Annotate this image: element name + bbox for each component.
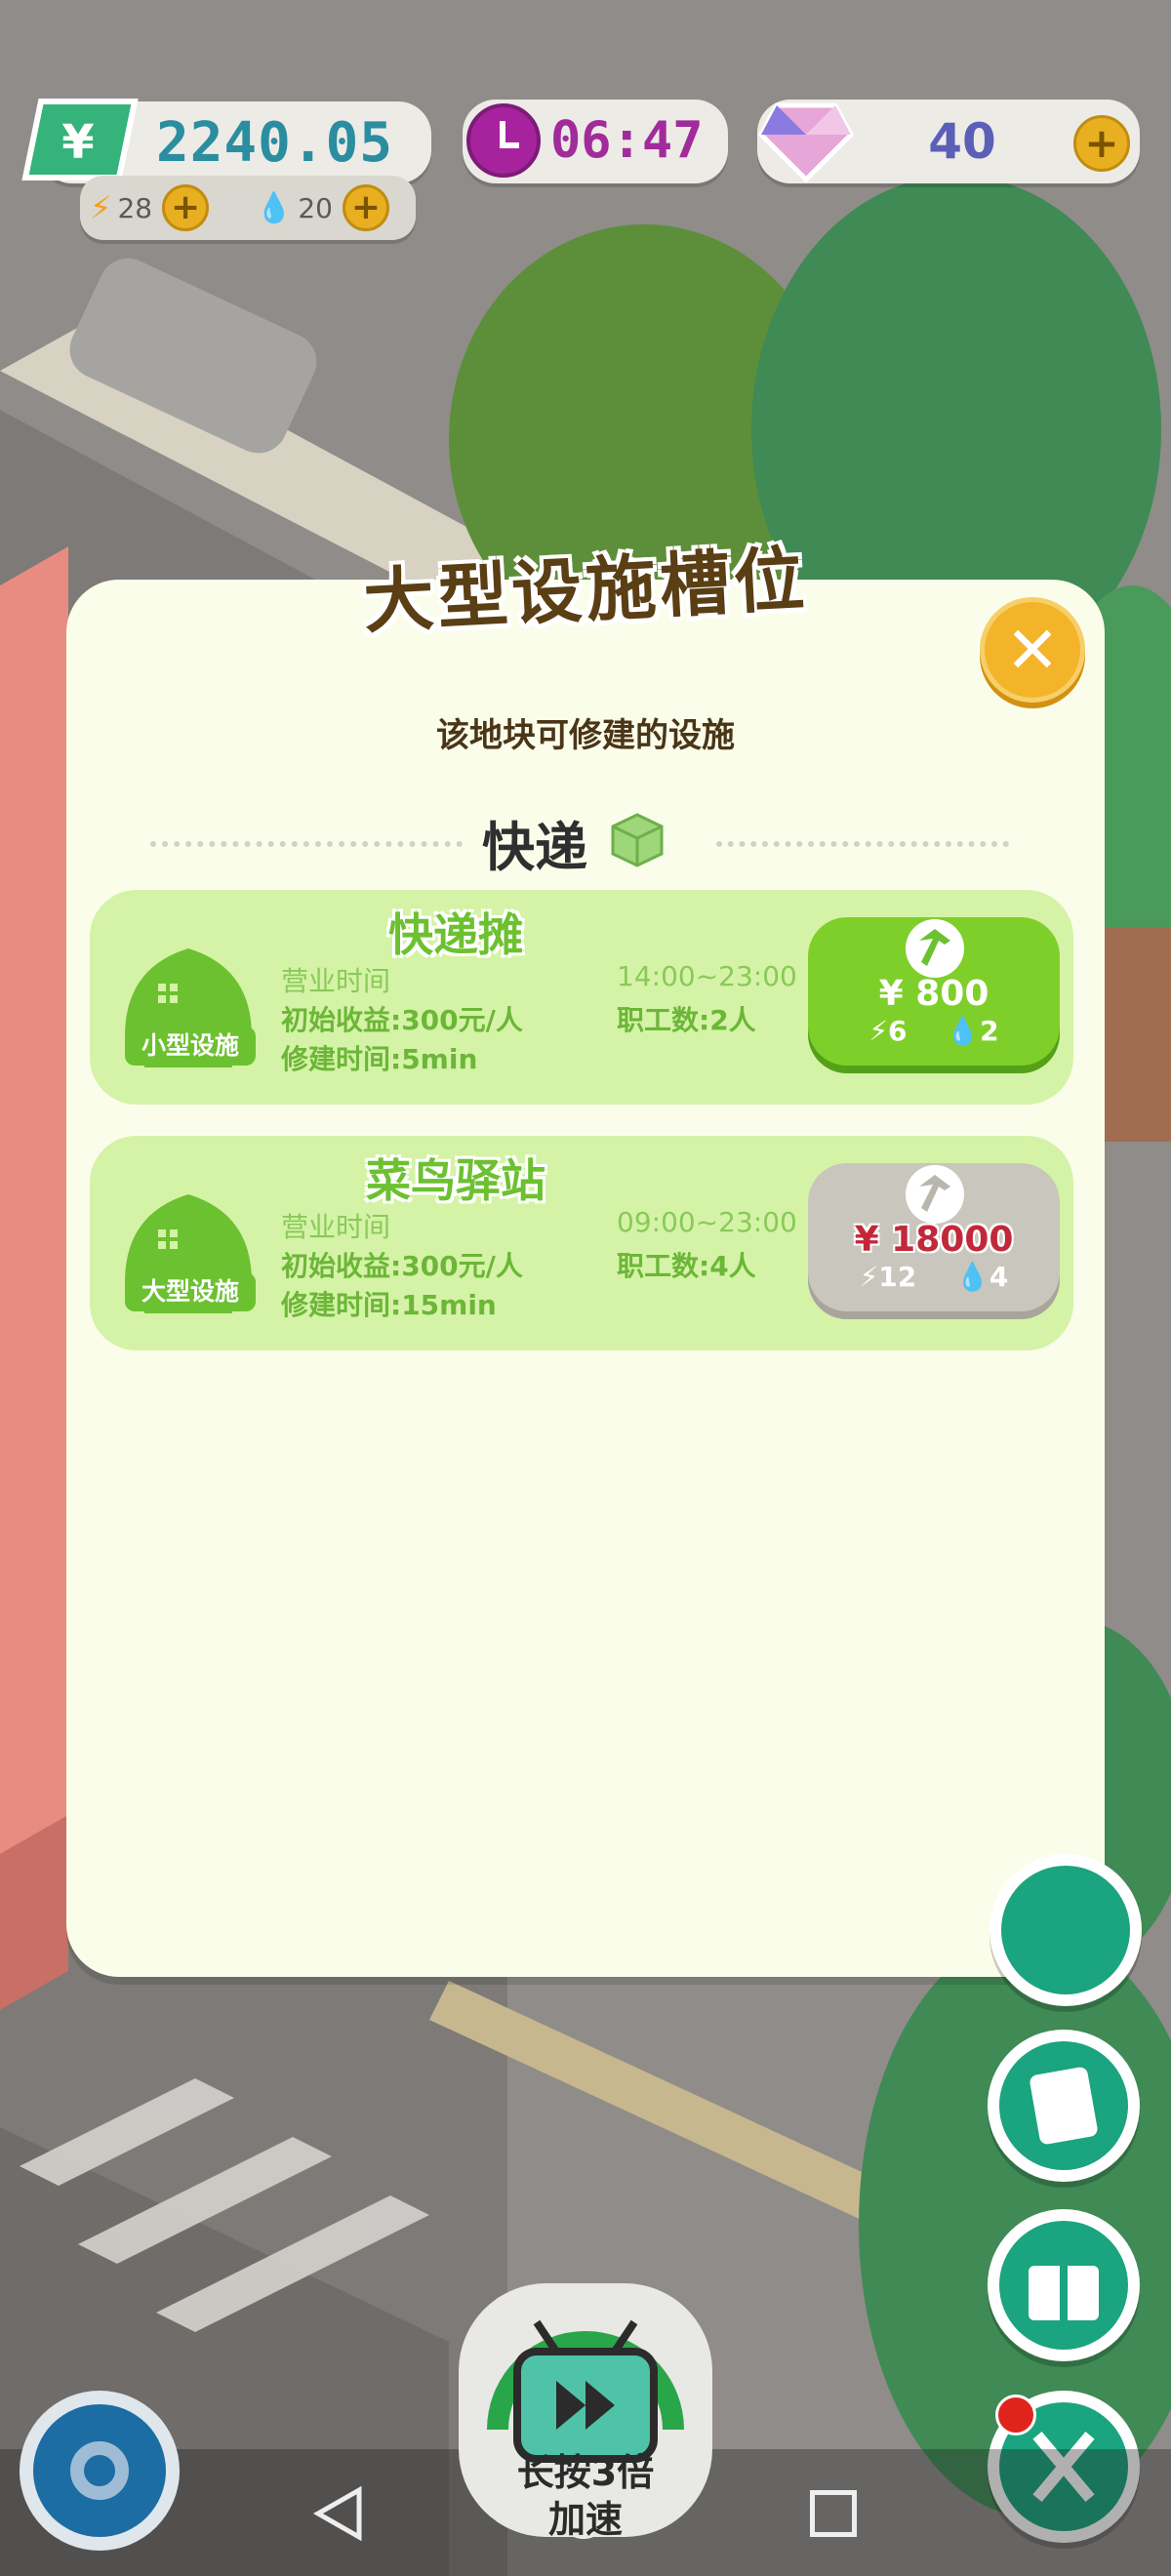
speed-label-line-1: 长按3倍 [516,2451,655,2494]
facility-size-tag: 小型设施 [125,1026,256,1066]
energy-cost: ⚡12 [859,1261,917,1293]
add-gems-button[interactable]: + [1073,115,1130,172]
staff-text: 职工数:4人 [617,1250,756,1282]
build-costs: ⚡12 💧4 [808,1261,1060,1293]
hours-value: 09:00~23:00 [617,1206,797,1238]
gem-value: 40 [928,113,996,170]
money-display: ¥ 2240.05 [21,99,431,183]
build-price: ¥ 800 [878,974,989,1014]
price-value: 18000 [891,1220,1014,1260]
speed-up-label: 长按3倍 加速 [459,2449,712,2543]
water-resource: 💧 20 + [256,184,389,231]
timer-value: 06:47 [550,111,704,170]
water-value: 20 [298,191,333,224]
build-costs: ⚡6 💧2 [808,1015,1060,1047]
package-icon [611,813,664,867]
build-time-text: 修建时间:5min [281,1043,478,1075]
gift-button[interactable] [988,2209,1140,2361]
income-text: 初始收益:300元/人 [281,1004,523,1036]
lightning-icon: ⚡ [90,189,112,226]
resource-display: ⚡ 28 + 💧 20 + [80,176,416,240]
water-drop-icon: 💧 [256,190,293,225]
build-price: ¥ 18000 [854,1220,1014,1260]
notepad-icon [999,2041,1128,2170]
dialog-subtitle: 该地块可修建的设施 [436,716,735,755]
recents-nav-button[interactable] [810,2490,857,2537]
diamond-icon [757,102,855,183]
clock-icon [466,103,541,178]
close-button[interactable]: ✕ [980,597,1085,703]
facility-size-tag: 大型设施 [125,1272,256,1311]
hours-value: 14:00~23:00 [617,960,797,992]
tasks-button[interactable] [988,2030,1140,2182]
energy-value: 28 [117,191,153,224]
back-triangle-icon [312,2485,362,2542]
map-button[interactable] [989,1854,1142,2006]
gem-display: 40 + [757,100,1140,183]
price-value: 800 [915,974,989,1014]
add-water-button[interactable]: + [343,184,389,231]
hours-label: 营业时间 [281,1211,391,1243]
water-cost: 💧2 [946,1015,999,1047]
timer-display: 06:47 [463,100,728,183]
close-icon: ✕ [1005,612,1060,688]
staff-text: 职工数:2人 [617,1004,756,1036]
add-energy-button[interactable]: + [162,184,210,231]
svg-text:¥: ¥ [61,115,94,170]
energy-resource: ⚡ 28 + [90,184,210,231]
back-nav-button[interactable] [310,2484,369,2543]
gift-icon [999,2221,1128,2350]
divider [150,841,463,847]
income-text: 初始收益:300元/人 [281,1250,523,1282]
divider [716,841,1009,847]
money-icon: ¥ [21,99,139,181]
energy-cost: ⚡6 [868,1015,908,1047]
hammer-icon [906,919,964,978]
money-value: 2240.05 [156,111,394,175]
build-button[interactable]: ¥ 800 ⚡6 💧2 [808,917,1060,1066]
build-button-disabled[interactable]: ¥ 18000 ⚡12 💧4 [808,1163,1060,1311]
facility-card[interactable]: 快递摊 小型设施 营业时间 14:00~23:00 初始收益:300元/人 职工… [90,890,1073,1105]
notification-dot [995,2395,1036,2435]
water-cost: 💧4 [955,1261,1009,1293]
section-label: 快递 [482,817,587,878]
gear-icon [33,2404,166,2537]
map-icon [1001,1866,1130,1994]
section-header: 快递 [150,804,1009,878]
hammer-icon [906,1165,964,1224]
facility-card[interactable]: 菜鸟驿站 大型设施 营业时间 09:00~23:00 初始收益:300元/人 职… [90,1136,1073,1350]
build-time-text: 修建时间:15min [281,1289,497,1321]
settings-button[interactable] [20,2391,180,2551]
speed-label-line-2: 加速 [547,2498,623,2541]
hours-label: 营业时间 [281,965,391,997]
